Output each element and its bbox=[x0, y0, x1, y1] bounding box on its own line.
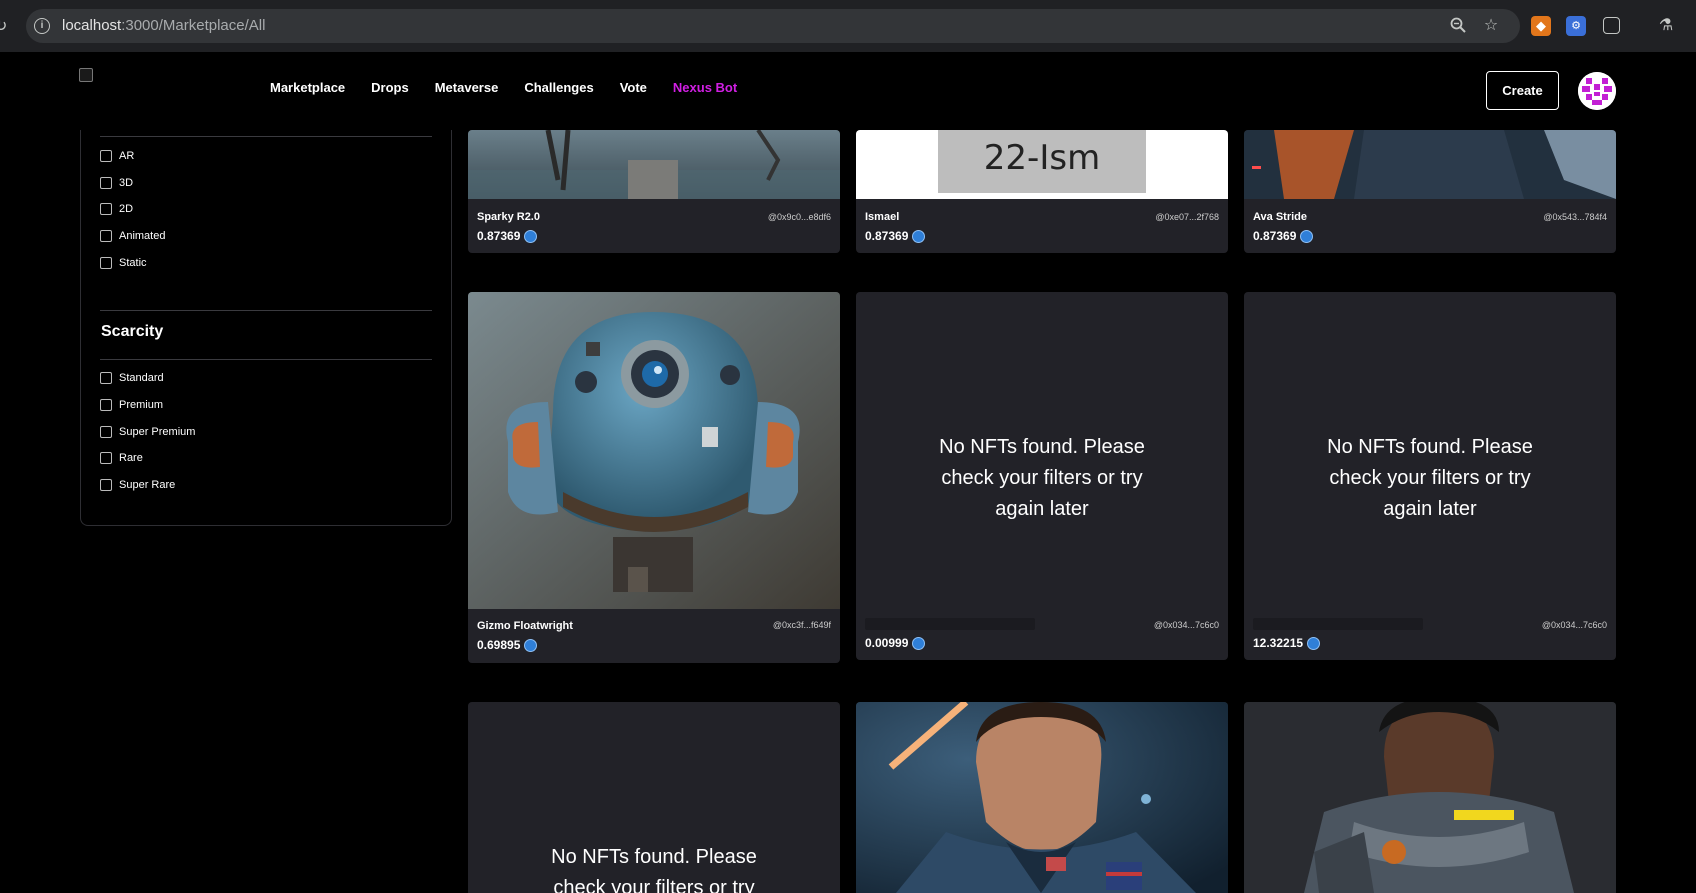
nft-owner[interactable]: @0x034...7c6c0 bbox=[1154, 620, 1219, 630]
nft-owner[interactable]: @0x543...784f4 bbox=[1543, 212, 1607, 222]
eth-coin-icon bbox=[912, 229, 926, 243]
eth-coin-icon bbox=[524, 638, 538, 652]
extension-icon[interactable]: ⚙ bbox=[1566, 16, 1586, 36]
nft-card[interactable]: Ava Stride @0x543...784f4 0.87369 bbox=[1244, 130, 1616, 253]
scarcity-title: Scarcity bbox=[101, 323, 164, 340]
labs-flask-icon[interactable]: ⚗ bbox=[1656, 16, 1676, 36]
nft-image bbox=[856, 702, 1228, 893]
checkbox[interactable] bbox=[100, 372, 112, 384]
nft-price: 0.00999 bbox=[865, 636, 926, 650]
nft-card-empty[interactable]: No NFTs found. Please check your filters… bbox=[468, 702, 840, 893]
nft-price: 0.87369 bbox=[865, 229, 926, 243]
filter-3d[interactable]: 3D bbox=[100, 177, 133, 189]
checkbox[interactable] bbox=[100, 426, 112, 438]
filter-sidebar: AR 3D 2D Animated Static Scarcity Standa… bbox=[80, 100, 452, 526]
eth-coin-icon bbox=[912, 636, 926, 650]
checkbox[interactable] bbox=[100, 257, 112, 269]
metamask-extension-icon[interactable]: ◆ bbox=[1531, 16, 1551, 36]
nft-image bbox=[468, 292, 840, 609]
checkbox[interactable] bbox=[100, 150, 112, 162]
user-avatar[interactable] bbox=[1578, 72, 1616, 110]
nav-marketplace[interactable]: Marketplace bbox=[270, 80, 345, 95]
nft-owner[interactable]: @0x034...7c6c0 bbox=[1542, 620, 1607, 630]
no-nfts-message: No NFTs found. Please check your filters… bbox=[939, 436, 1145, 520]
filter-premium[interactable]: Premium bbox=[100, 399, 163, 411]
nft-image bbox=[468, 130, 840, 199]
site-header: Marketplace Drops Metaverse Challenges V… bbox=[0, 52, 1696, 130]
checkbox[interactable] bbox=[100, 399, 112, 411]
name-skeleton bbox=[1253, 618, 1423, 630]
eth-coin-icon bbox=[524, 229, 538, 243]
url-text[interactable]: localhost:3000/Marketplace/All bbox=[62, 17, 265, 34]
filter-2d[interactable]: 2D bbox=[100, 203, 133, 215]
nft-name: Sparky R2.0 bbox=[477, 211, 540, 223]
nft-image bbox=[1244, 702, 1616, 893]
reload-icon[interactable]: ↻ bbox=[0, 16, 10, 35]
nft-owner[interactable]: @0xe07...2f768 bbox=[1155, 212, 1219, 222]
checkbox[interactable] bbox=[100, 479, 112, 491]
divider bbox=[100, 310, 432, 311]
filter-ar[interactable]: AR bbox=[100, 150, 134, 162]
no-nfts-message: No NFTs found. Please check your filters… bbox=[551, 846, 757, 893]
broken-logo-icon[interactable] bbox=[79, 68, 93, 82]
nft-image bbox=[1244, 130, 1616, 199]
no-nfts-message: No NFTs found. Please check your filters… bbox=[1327, 436, 1533, 520]
address-bar[interactable]: i localhost:3000/Marketplace/All ☆ bbox=[26, 9, 1520, 43]
nft-name: Ismael bbox=[865, 211, 900, 223]
divider bbox=[100, 136, 432, 137]
filter-animated[interactable]: Animated bbox=[100, 230, 165, 242]
bookmark-star-icon[interactable]: ☆ bbox=[1481, 16, 1501, 36]
nft-owner[interactable]: @0x9c0...e8df6 bbox=[768, 212, 831, 222]
zoom-icon[interactable] bbox=[1448, 16, 1468, 36]
create-button[interactable]: Create bbox=[1486, 71, 1559, 110]
name-skeleton bbox=[865, 618, 1035, 630]
nav-nexus-bot[interactable]: Nexus Bot bbox=[673, 80, 737, 95]
checkbox[interactable] bbox=[100, 177, 112, 189]
main-nav: Marketplace Drops Metaverse Challenges V… bbox=[270, 80, 737, 95]
nav-challenges[interactable]: Challenges bbox=[524, 80, 593, 95]
site-info-icon[interactable]: i bbox=[34, 18, 50, 34]
nft-card[interactable]: 22-Ism Ismael @0xe07...2f768 0.87369 bbox=[856, 130, 1228, 253]
nft-card[interactable]: Sparky R2.0 @0x9c0...e8df6 0.87369 bbox=[468, 130, 840, 253]
filter-standard[interactable]: Standard bbox=[100, 372, 164, 384]
filter-rare[interactable]: Rare bbox=[100, 452, 143, 464]
nft-card-empty[interactable]: No NFTs found. Please check your filters… bbox=[1244, 292, 1616, 660]
nft-image-caption: 22-Ism bbox=[983, 138, 1101, 178]
browser-toolbar: ↻ i localhost:3000/Marketplace/All ☆ ◆ ⚙… bbox=[0, 0, 1696, 52]
filter-super-rare[interactable]: Super Rare bbox=[100, 479, 175, 491]
checkbox[interactable] bbox=[100, 203, 112, 215]
nft-price: 0.87369 bbox=[477, 229, 538, 243]
eth-coin-icon bbox=[1300, 229, 1314, 243]
checkbox[interactable] bbox=[100, 230, 112, 242]
nft-price: 0.87369 bbox=[1253, 229, 1314, 243]
nft-card-empty[interactable]: No NFTs found. Please check your filters… bbox=[856, 292, 1228, 660]
nft-name: Ava Stride bbox=[1253, 211, 1308, 223]
nft-price: 0.69895 bbox=[477, 638, 538, 652]
nav-vote[interactable]: Vote bbox=[620, 80, 647, 95]
nft-card[interactable]: Gizmo Floatwright @0xc3f...f649f 0.69895 bbox=[468, 292, 840, 663]
nav-drops[interactable]: Drops bbox=[371, 80, 409, 95]
filter-static[interactable]: Static bbox=[100, 257, 147, 269]
nft-card[interactable] bbox=[1244, 702, 1616, 893]
puzzle-extensions-icon[interactable] bbox=[1603, 17, 1620, 34]
nft-price: 12.32215 bbox=[1253, 636, 1321, 650]
nft-name: Gizmo Floatwright bbox=[477, 620, 573, 632]
nft-card[interactable] bbox=[856, 702, 1228, 893]
filter-super-premium[interactable]: Super Premium bbox=[100, 426, 195, 438]
checkbox[interactable] bbox=[100, 452, 112, 464]
nav-metaverse[interactable]: Metaverse bbox=[435, 80, 499, 95]
nft-owner[interactable]: @0xc3f...f649f bbox=[773, 620, 831, 630]
divider bbox=[100, 359, 432, 360]
eth-coin-icon bbox=[1307, 636, 1321, 650]
